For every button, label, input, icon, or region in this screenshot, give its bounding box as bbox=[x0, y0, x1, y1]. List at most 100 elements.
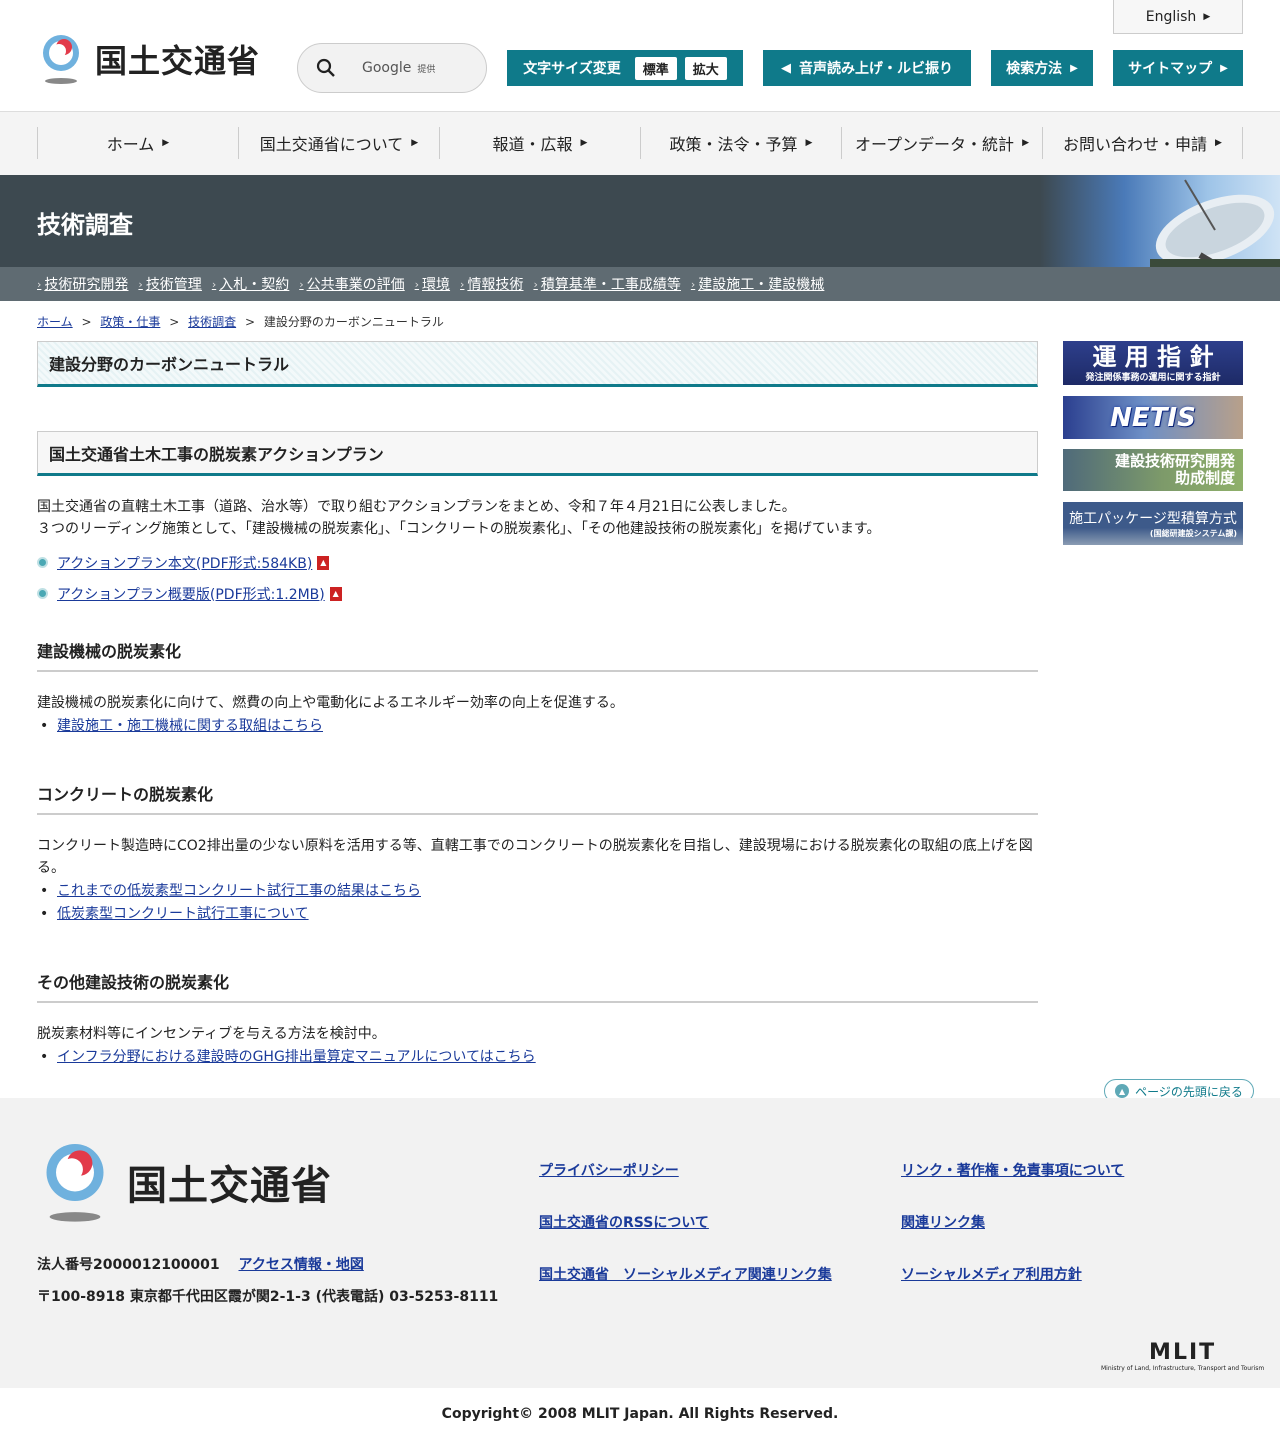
subnav-management[interactable]: › 技術管理 bbox=[138, 274, 201, 294]
font-large-button[interactable]: 拡大 bbox=[684, 56, 727, 80]
subnav-environment[interactable]: › 環境 bbox=[415, 274, 450, 294]
triangle-right-icon: ▶ bbox=[580, 138, 588, 148]
section-heading: 建設機械の脱炭素化 bbox=[37, 638, 1038, 672]
list-item: インフラ分野における建設時のGHG排出量算定マニュアルについてはこちら bbox=[37, 1046, 1038, 1069]
search-brand: Google bbox=[362, 60, 412, 76]
section-text: 建設機械の脱炭素化に向けて、燃費の向上や電動化によるエネルギー効率の向上を促進す… bbox=[37, 695, 624, 711]
section-heading: コンクリートの脱炭素化 bbox=[37, 781, 1038, 815]
gnav-opendata[interactable]: オープンデータ・統計 ▶ bbox=[841, 127, 1042, 159]
main-content: 建設分野のカーボンニュートラル 国土交通省土木工事の脱炭素アクションプラン 国土… bbox=[37, 341, 1038, 1069]
mlit-emblem-icon bbox=[43, 35, 79, 84]
site-header: 国土交通省 Google 提供 English ▶ 文字サイズ変更 標準 拡大 … bbox=[0, 0, 1280, 112]
footer-site-name: 国土交通省 bbox=[127, 1163, 332, 1209]
pdf-link[interactable]: アクションプラン本文(PDF形式:584KB) ▲ bbox=[37, 553, 1038, 572]
voice-reader-button[interactable]: ◀ 音声読み上げ・ルビ振り bbox=[763, 50, 971, 86]
pdf-icon: ▲ bbox=[317, 555, 330, 570]
search-method-button[interactable]: 検索方法 ▶ bbox=[991, 50, 1093, 86]
social-media-links[interactable]: 国土交通省 ソーシャルメディア関連リンク集 bbox=[539, 1264, 832, 1284]
site-logo[interactable]: 国土交通省 bbox=[37, 33, 260, 85]
gnav-press[interactable]: 報道・広報 ▶ bbox=[439, 127, 640, 159]
gnav-home[interactable]: ホーム ▶ bbox=[37, 127, 238, 159]
subnav-bidding[interactable]: › 入札・契約 bbox=[212, 274, 289, 294]
list-item: これまでの低炭素型コンクリート試行工事の結果はこちら bbox=[37, 880, 1038, 903]
pdf-link[interactable]: アクションプラン概要版(PDF形式:1.2MB) ▲ bbox=[37, 584, 1038, 603]
satellite-dish-icon bbox=[1150, 179, 1280, 267]
gnav-policy[interactable]: 政策・法令・予算 ▶ bbox=[640, 127, 841, 159]
category-banner: 技術調査 bbox=[0, 175, 1280, 267]
footer-logo[interactable]: 国土交通省 bbox=[37, 1140, 332, 1224]
list-item: 低炭素型コンクリート試行工事について bbox=[37, 903, 1038, 926]
sitemap-button[interactable]: サイトマップ ▶ bbox=[1113, 50, 1243, 86]
search-icon[interactable] bbox=[316, 58, 336, 78]
section-heading: 国土交通省土木工事の脱炭素アクションプラン bbox=[37, 431, 1038, 476]
category-title: 技術調査 bbox=[37, 211, 133, 239]
gnav-label: 国土交通省について bbox=[259, 135, 404, 154]
subnav-evaluation[interactable]: › 公共事業の評価 bbox=[299, 274, 404, 294]
address: 〒100-8918 東京都千代田区霞が関2-1-3 (代表電話) 03-5253… bbox=[37, 1289, 499, 1305]
guideline-banner[interactable]: 運 用 指 針 発注関係事務の運用に関する指針 bbox=[1063, 341, 1243, 385]
triangle-right-icon: ▶ bbox=[1215, 138, 1222, 148]
triangle-right-icon: ▶ bbox=[805, 138, 813, 148]
related-links[interactable]: 関連リンク集 bbox=[901, 1212, 985, 1232]
font-size-label: 文字サイズ変更 bbox=[523, 61, 621, 77]
link-list: インフラ分野における建設時のGHG排出量算定マニュアルについてはこちら bbox=[37, 1046, 1038, 1069]
list-item: 建設施工・施工機械に関する取組はこちら bbox=[37, 715, 1038, 738]
subnav-research[interactable]: › 技術研究開発 bbox=[37, 274, 128, 294]
research-grant-banner[interactable]: 建設技術研究開発 助成制度 bbox=[1063, 449, 1243, 491]
site-name: 国土交通省 bbox=[95, 42, 261, 80]
gnav-label: オープンデータ・統計 bbox=[855, 135, 1015, 154]
pdf-link-label[interactable]: アクションプラン本文(PDF形式:584KB) bbox=[57, 553, 312, 573]
list-link[interactable]: 低炭素型コンクリート試行工事について bbox=[57, 906, 309, 922]
gnav-about[interactable]: 国土交通省について ▶ bbox=[238, 127, 439, 159]
list-link[interactable]: 建設施工・施工機械に関する取組はこちら bbox=[57, 718, 323, 734]
category-subnav: › 技術研究開発 › 技術管理 › 入札・契約 › 公共事業の評価 › 環境 › 情報技術 … bbox=[0, 267, 1280, 301]
rss-link[interactable]: 国土交通省のRSSについて bbox=[539, 1212, 709, 1232]
gnav-label: 報道・広報 bbox=[492, 135, 573, 154]
corporate-number: 法人番号2000012100001 アクセス情報・地図 bbox=[37, 1257, 364, 1273]
mlit-logo: MLIT Ministry of Land, Infrastructure, T… bbox=[1101, 1340, 1265, 1372]
page-title: 建設分野のカーボンニュートラル bbox=[37, 341, 1038, 387]
triangle-right-icon: ▶ bbox=[1220, 62, 1228, 74]
sitemap-label: サイトマップ bbox=[1128, 61, 1213, 77]
section-text: コンクリート製造時にCO2排出量の少ない原料を活用する等、直轄工事でのコンクリー… bbox=[37, 838, 1033, 876]
section-text: 国土交通省の直轄土木工事（道路、治水等）で取り組むアクションプランをまとめ、令和… bbox=[37, 499, 881, 537]
arrow-up-icon: ▲ bbox=[1115, 1084, 1130, 1098]
breadcrumb-tech[interactable]: 技術調査 bbox=[188, 315, 236, 329]
subnav-construction[interactable]: › 建設施工・建設機械 bbox=[691, 274, 824, 294]
access-link[interactable]: アクセス情報・地図 bbox=[239, 1257, 364, 1273]
font-size-control: 文字サイズ変更 標準 拡大 bbox=[507, 50, 743, 86]
search-method-label: 検索方法 bbox=[1006, 61, 1063, 77]
section-text: 脱炭素材料等にインセンティブを与える方法を検討中。 bbox=[37, 1026, 386, 1042]
list-link[interactable]: これまでの低炭素型コンクリート試行工事の結果はこちら bbox=[57, 883, 421, 899]
triangle-right-icon: ▶ bbox=[1203, 11, 1211, 22]
content-section: コンクリートの脱炭素化 コンクリート製造時にCO2排出量の少ない原料を活用する等… bbox=[37, 781, 1038, 926]
triangle-right-icon: ▶ bbox=[162, 138, 170, 148]
privacy-link[interactable]: プライバシーポリシー bbox=[539, 1160, 679, 1180]
copyright-link[interactable]: リンク・著作権・免責事項について bbox=[901, 1160, 1124, 1180]
triangle-right-icon: ▶ bbox=[1070, 62, 1078, 74]
netis-banner[interactable]: NETIS bbox=[1063, 396, 1243, 439]
subnav-estimation[interactable]: › 積算基準・工事成績等 bbox=[533, 274, 680, 294]
global-nav: ホーム ▶ 国土交通省について ▶ 報道・広報 ▶ 政策・法令・予算 ▶ オープンデータ… bbox=[0, 112, 1280, 175]
list-link[interactable]: インフラ分野における建設時のGHG排出量算定マニュアルについてはこちら bbox=[57, 1049, 536, 1065]
triangle-right-icon: ▶ bbox=[1022, 138, 1029, 148]
site-search[interactable]: Google 提供 bbox=[297, 43, 487, 93]
gnav-label: お問い合わせ・申請 bbox=[1063, 135, 1208, 154]
package-estimation-banner[interactable]: 施工パッケージ型積算方式 (国総研建設システム課) bbox=[1063, 502, 1243, 545]
link-list: これまでの低炭素型コンクリート試行工事の結果はこちら 低炭素型コンクリート試行工… bbox=[37, 880, 1038, 926]
gnav-label: 政策・法令・予算 bbox=[669, 135, 798, 154]
gnav-contact[interactable]: お問い合わせ・申請 ▶ bbox=[1042, 127, 1243, 159]
pdf-icon: ▲ bbox=[329, 586, 342, 601]
satellite-dish-image bbox=[1040, 175, 1280, 267]
breadcrumb-policy[interactable]: 政策・仕事 bbox=[100, 315, 160, 329]
circle-bullet-icon bbox=[37, 557, 48, 568]
breadcrumb-home[interactable]: ホーム bbox=[37, 315, 73, 329]
subnav-it[interactable]: › 情報技術 bbox=[460, 274, 523, 294]
link-list: 建設施工・施工機械に関する取組はこちら bbox=[37, 715, 1038, 738]
font-standard-button[interactable]: 標準 bbox=[634, 56, 677, 80]
section-heading: その他建設技術の脱炭素化 bbox=[37, 969, 1038, 1003]
english-button[interactable]: English ▶ bbox=[1113, 0, 1243, 34]
social-media-policy-link[interactable]: ソーシャルメディア利用方針 bbox=[901, 1264, 1082, 1284]
speaker-icon: ◀ bbox=[781, 60, 791, 76]
pdf-link-label[interactable]: アクションプラン概要版(PDF形式:1.2MB) bbox=[57, 584, 325, 604]
